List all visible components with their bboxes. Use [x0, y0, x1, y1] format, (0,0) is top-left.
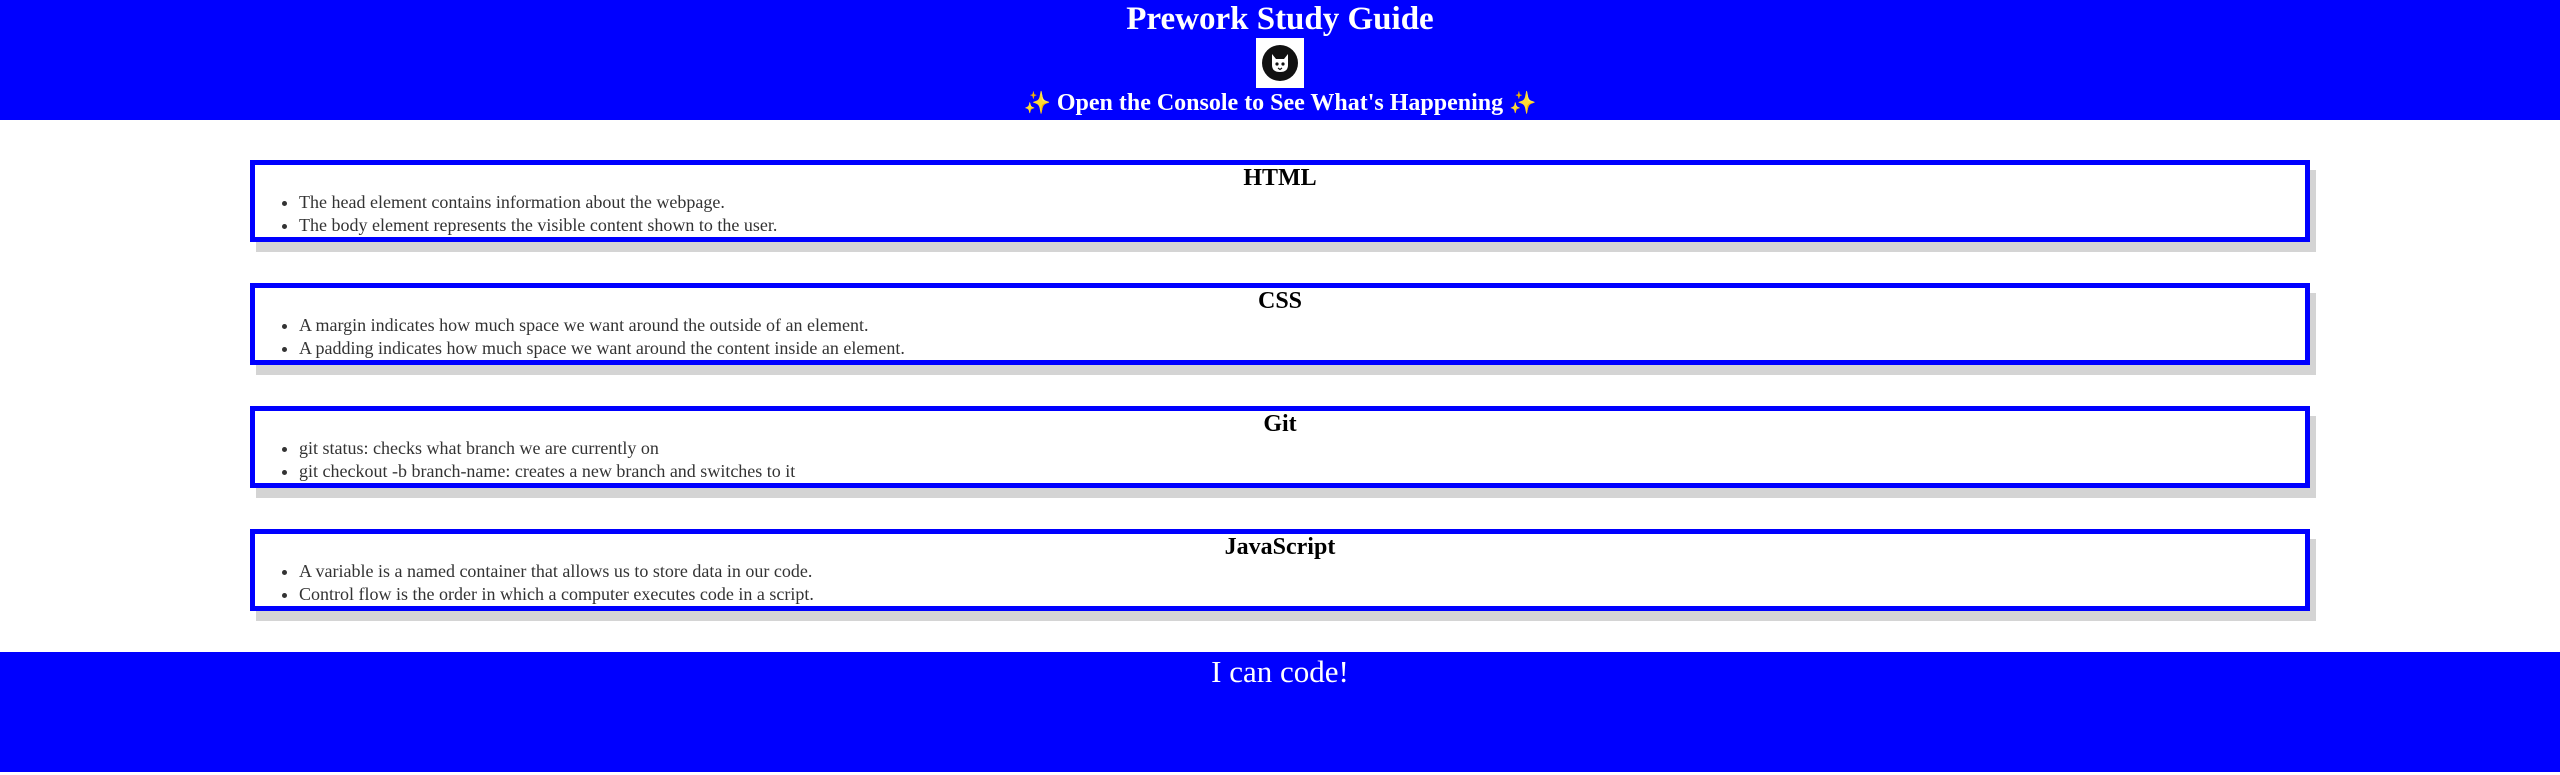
- list-item: A padding indicates how much space we wa…: [299, 337, 2305, 360]
- section-list: git status: checks what branch we are cu…: [255, 437, 2305, 483]
- page-header: Prework Study Guide ✨ Open the Console t…: [0, 0, 2560, 120]
- section-javascript: JavaScript A variable is a named contain…: [250, 529, 2310, 611]
- sparkles-icon: ✨: [1509, 91, 1537, 116]
- section-list: A margin indicates how much space we wan…: [255, 314, 2305, 360]
- list-item: The body element represents the visible …: [299, 214, 2305, 237]
- section-css: CSS A margin indicates how much space we…: [250, 283, 2310, 365]
- study-guide-content: HTML The head element contains informati…: [0, 120, 2560, 611]
- list-item: The head element contains information ab…: [299, 191, 2305, 214]
- section-title: CSS: [1257, 288, 1303, 314]
- page-title: Prework Study Guide: [1126, 1, 1434, 37]
- list-item: A margin indicates how much space we wan…: [299, 314, 2305, 337]
- logo: [1256, 38, 1304, 88]
- section-html: HTML The head element contains informati…: [250, 160, 2310, 242]
- page-footer: I can code!: [0, 652, 2560, 772]
- cat-logo-icon: [1262, 45, 1298, 81]
- section-git: Git git status: checks what branch we ar…: [250, 406, 2310, 488]
- section-title: JavaScript: [1224, 534, 1336, 560]
- section-title: Git: [1263, 411, 1297, 437]
- section-list: A variable is a named container that all…: [255, 560, 2305, 606]
- sparkles-icon: ✨: [1023, 91, 1051, 116]
- section-list: The head element contains information ab…: [255, 191, 2305, 237]
- console-subtitle: ✨ Open the Console to See What's Happeni…: [0, 89, 2560, 118]
- list-item: A variable is a named container that all…: [299, 560, 2305, 583]
- list-item: Control flow is the order in which a com…: [299, 583, 2305, 606]
- section-title: HTML: [1243, 165, 1317, 191]
- footer-text: I can code!: [1211, 654, 1349, 689]
- list-item: git checkout -b branch-name: creates a n…: [299, 460, 2305, 483]
- list-item: git status: checks what branch we are cu…: [299, 437, 2305, 460]
- subtitle-text: Open the Console to See What's Happening: [1056, 90, 1504, 116]
